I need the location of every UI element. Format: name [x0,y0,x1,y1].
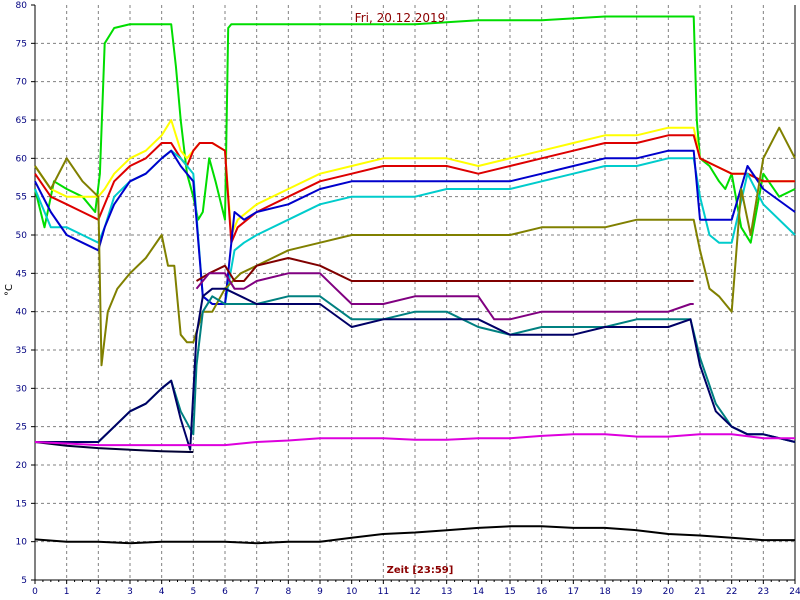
y-tick-label: 15 [16,499,27,509]
y-tick-label: 40 [16,308,28,318]
y-tick-label: 50 [16,231,28,241]
y-tick-label: 65 [16,116,27,126]
x-tick-label: 24 [789,587,800,597]
x-tick-label: 7 [254,587,260,597]
x-tick-label: 9 [317,587,323,597]
x-tick-label: 21 [694,587,705,597]
x-tick-label: 17 [568,587,579,597]
y-tick-label: 20 [16,461,28,471]
chart-title: Fri, 20.12.2019 [355,11,446,25]
x-tick-label: 19 [631,587,643,597]
x-tick-label: 23 [758,587,769,597]
y-axis-label: °C [4,284,15,296]
x-tick-label: 14 [473,587,485,597]
y-tick-label: 80 [16,1,28,11]
x-tick-label: 18 [599,587,611,597]
x-tick-label: 5 [190,587,196,597]
x-tick-label: 20 [663,587,675,597]
x-axis-label: Zeit [23:59] [387,565,454,576]
x-tick-label: 16 [536,587,548,597]
x-tick-label: 0 [32,587,38,597]
x-tick-label: 13 [441,587,452,597]
y-tick-label: 25 [16,423,27,433]
x-tick-label: 8 [285,587,291,597]
x-tick-label: 6 [222,587,228,597]
y-tick-label: 10 [16,538,28,548]
y-tick-label: 55 [16,193,27,203]
y-tick-label: 5 [21,576,27,586]
x-tick-label: 22 [726,587,737,597]
x-tick-label: 11 [378,587,389,597]
x-tick-label: 3 [127,587,133,597]
y-tick-label: 45 [16,269,27,279]
x-tick-label: 10 [346,587,358,597]
temperature-line-chart: 0 1 2 3 4 5 6 7 8 9 10 11 12 13 14 15 16 17 18 19 20 21 22 23 24… [0,0,800,600]
chart-container: 0 1 2 3 4 5 6 7 8 9 10 11 12 13 14 15 16 17 18 19 20 21 22 23 24… [0,0,800,600]
y-tick-label: 70 [16,78,28,88]
x-tick-label: 4 [159,587,165,597]
y-tick-label: 30 [16,384,28,394]
y-tick-label: 35 [16,346,27,356]
x-tick-label: 15 [504,587,515,597]
x-tick-label: 2 [95,587,101,597]
x-tick-label: 1 [64,587,70,597]
x-tick-label: 12 [409,587,420,597]
y-tick-label: 60 [16,154,28,164]
y-tick-label: 75 [16,39,27,49]
